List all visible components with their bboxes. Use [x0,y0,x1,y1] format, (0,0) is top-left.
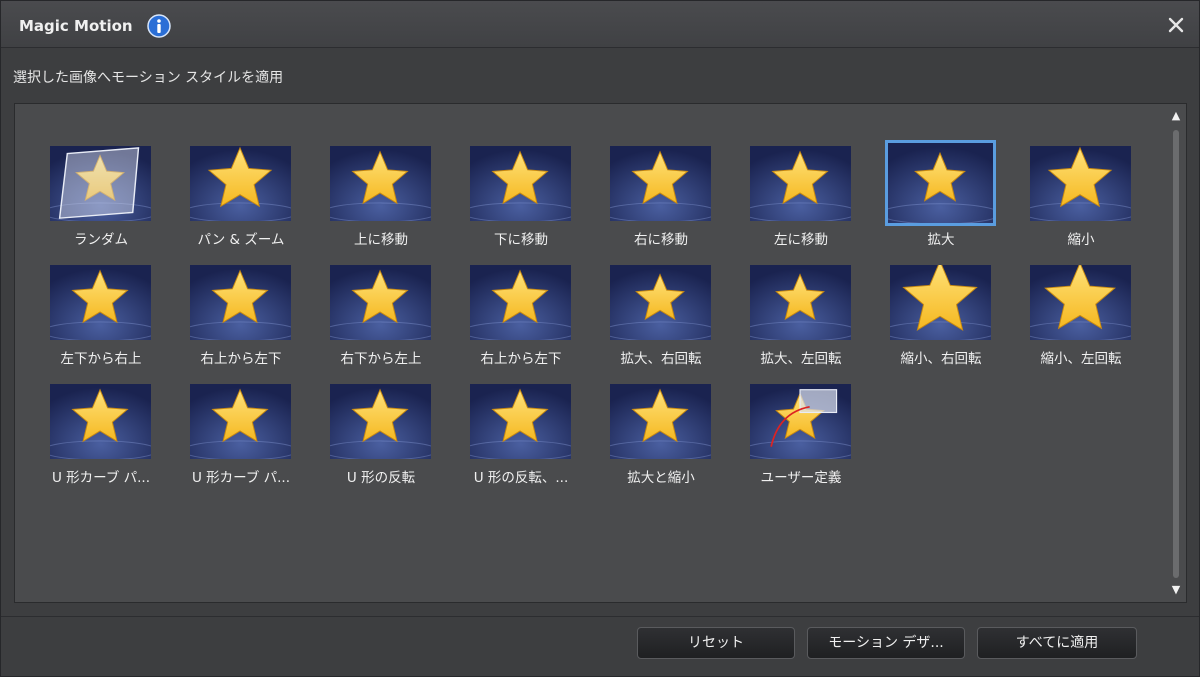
motion-style-thumbnail [328,382,433,461]
motion-style-item[interactable]: 拡大 [885,140,997,262]
motion-style-item[interactable]: 右に移動 [605,144,717,262]
motion-style-label: 右上から左下 [480,351,562,367]
motion-style-thumbnail [188,382,293,461]
motion-style-item[interactable]: 拡大、右回転 [605,263,717,381]
motion-style-thumbnail [748,263,853,342]
info-icon[interactable] [147,14,171,38]
motion-style-thumbnail [328,263,433,342]
motion-style-label: 拡大 [927,232,955,248]
motion-style-thumbnail [468,382,573,461]
motion-style-thumbnail [1028,263,1133,342]
motion-style-label: U 形の反転、... [473,470,569,486]
motion-style-item[interactable]: パン & ズーム [185,144,297,262]
motion-style-thumbnail [608,144,713,223]
motion-style-item[interactable]: 左に移動 [745,144,857,262]
apply-all-button[interactable]: すべてに適用 [977,627,1137,659]
motion-style-label: 拡大、右回転 [620,351,702,367]
motion-style-label: 縮小、右回転 [900,351,982,367]
magic-motion-dialog: Magic Motion 選択した画像へモーション スタイルを適用 ランダム パン… [0,0,1200,677]
window-title: Magic Motion [19,17,133,35]
motion-style-item[interactable]: 下に移動 [465,144,577,262]
motion-style-label: ユーザー定義 [760,470,842,486]
motion-style-panel: ランダム パン & ズーム 上に移動 下に移動 右に移動 左に移動 拡大 縮小左下から右上 右上… [14,103,1187,603]
motion-style-label: 左下から右上 [60,351,142,367]
motion-style-grid: ランダム パン & ズーム 上に移動 下に移動 右に移動 左に移動 拡大 縮小左下から右上 右上… [15,104,1165,600]
motion-style-thumbnail [48,263,153,342]
motion-style-item[interactable]: 左下から右上 [45,263,157,381]
motion-style-item[interactable]: 拡大、左回転 [745,263,857,381]
motion-style-item[interactable]: ユーザー定義 [745,382,857,500]
motion-style-label: U 形の反転 [346,470,416,486]
motion-style-thumbnail [885,140,996,226]
motion-style-label: ランダム [74,232,128,248]
motion-style-label: U 形カーブ パ... [191,470,291,486]
motion-style-label: 右上から左下 [200,351,282,367]
motion-style-thumbnail [188,144,293,223]
motion-style-label: U 形カーブ パ... [51,470,151,486]
motion-style-item[interactable]: 上に移動 [325,144,437,262]
motion-style-label: 拡大、左回転 [760,351,842,367]
motion-style-item[interactable]: ランダム [45,144,157,262]
motion-style-thumbnail [328,144,433,223]
motion-style-thumbnail [468,144,573,223]
motion-style-item[interactable]: U 形カーブ パ... [185,382,297,500]
motion-style-thumbnail [48,382,153,461]
motion-style-label: 縮小、左回転 [1040,351,1122,367]
close-icon[interactable] [1165,14,1187,36]
motion-style-thumbnail [608,263,713,342]
motion-style-label: 右に移動 [634,232,688,248]
motion-style-thumbnail [888,263,993,342]
motion-style-item[interactable]: U 形の反転 [325,382,437,500]
motion-style-thumbnail [468,263,573,342]
motion-designer-button[interactable]: モーション デザ... [807,627,965,659]
motion-style-item[interactable]: 右上から左下 [465,263,577,381]
motion-style-item[interactable]: U 形の反転、... [465,382,577,500]
footer-divider [1,616,1199,617]
vertical-scrollbar[interactable]: ▲ ▼ [1168,108,1184,598]
motion-style-thumbnail [48,144,153,223]
instruction-text: 選択した画像へモーション スタイルを適用 [13,70,284,86]
motion-style-label: 右下から左上 [340,351,422,367]
motion-style-item[interactable]: 拡大と縮小 [605,382,717,500]
motion-style-thumbnail [608,382,713,461]
motion-style-label: 下に移動 [494,232,548,248]
motion-style-thumbnail [748,144,853,223]
scroll-down-icon[interactable]: ▼ [1168,582,1184,598]
motion-style-item[interactable]: U 形カーブ パ... [45,382,157,500]
scroll-up-icon[interactable]: ▲ [1168,108,1184,124]
reset-button[interactable]: リセット [637,627,795,659]
motion-style-item[interactable]: 縮小、右回転 [885,263,997,381]
scroll-track[interactable] [1173,130,1179,578]
motion-style-item[interactable]: 縮小、左回転 [1025,263,1137,381]
motion-style-label: 拡大と縮小 [627,470,695,486]
motion-style-thumbnail [748,382,853,461]
title-bar: Magic Motion [1,1,1199,48]
motion-style-label: 左に移動 [774,232,828,248]
motion-style-label: 上に移動 [354,232,408,248]
motion-style-label: パン & ズーム [197,232,285,248]
motion-style-item[interactable]: 右下から左上 [325,263,437,381]
motion-style-thumbnail [1028,144,1133,223]
motion-style-thumbnail [188,263,293,342]
motion-style-label: 縮小 [1067,232,1095,248]
motion-style-item[interactable]: 縮小 [1025,144,1137,262]
motion-style-item[interactable]: 右上から左下 [185,263,297,381]
